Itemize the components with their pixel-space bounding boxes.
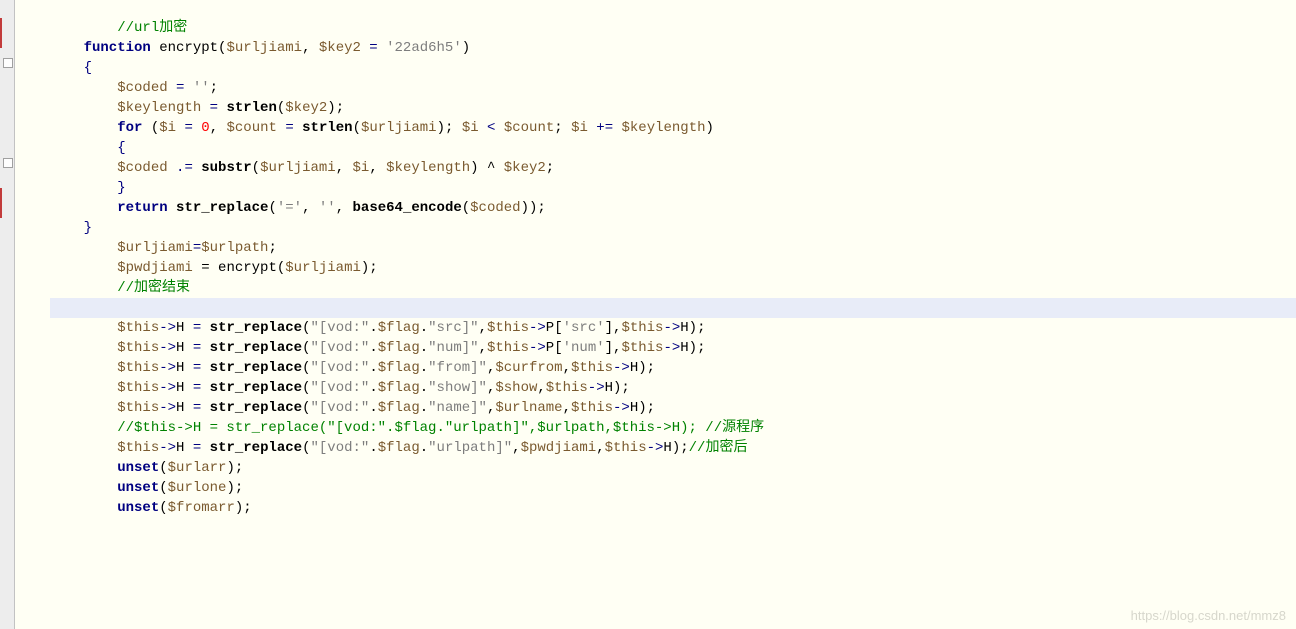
code-line-highlighted	[50, 298, 1296, 318]
code-line: $this->H = str_replace("[vod:".$flag."na…	[50, 398, 1296, 418]
code-line: //$this->H = str_replace("[vod:".$flag."…	[50, 418, 1296, 438]
code-line: $this->H = str_replace("[vod:".$flag."sh…	[50, 378, 1296, 398]
code-line: $coded = '';	[50, 78, 1296, 98]
editor-gutter	[0, 0, 15, 629]
code-line: return str_replace('=', '', base64_encod…	[50, 198, 1296, 218]
change-marker	[0, 188, 2, 218]
code-line: //加密结束	[50, 278, 1296, 298]
code-line: for ($i = 0, $count = strlen($urljiami);…	[50, 118, 1296, 138]
fold-icon[interactable]	[3, 158, 13, 168]
code-line: $this->H = str_replace("[vod:".$flag."ur…	[50, 438, 1296, 458]
change-marker	[0, 18, 2, 48]
code-line: $urljiami=$urlpath;	[50, 238, 1296, 258]
code-line: {	[50, 138, 1296, 158]
code-line: $coded .= substr($urljiami, $i, $keyleng…	[50, 158, 1296, 178]
code-line: unset($fromarr);	[50, 498, 1296, 518]
fold-icon[interactable]	[3, 58, 13, 68]
code-line: $this->H = str_replace("[vod:".$flag."nu…	[50, 338, 1296, 358]
code-line: }	[50, 178, 1296, 198]
code-line: $this->H = str_replace("[vod:".$flag."sr…	[50, 318, 1296, 338]
code-editor[interactable]: //url加密 function encrypt($urljiami, $key…	[0, 0, 1296, 629]
code-line: $pwdjiami = encrypt($urljiami);	[50, 258, 1296, 278]
code-line: //url加密	[50, 18, 1296, 38]
code-line: unset($urlone);	[50, 478, 1296, 498]
code-line: function encrypt($urljiami, $key2 = '22a…	[50, 38, 1296, 58]
code-line: $keylength = strlen($key2);	[50, 98, 1296, 118]
watermark: https://blog.csdn.net/mmz8	[1131, 608, 1286, 623]
code-line: }	[50, 218, 1296, 238]
code-area[interactable]: //url加密 function encrypt($urljiami, $key…	[14, 0, 1296, 518]
code-line: unset($urlarr);	[50, 458, 1296, 478]
code-line: $this->H = str_replace("[vod:".$flag."fr…	[50, 358, 1296, 378]
code-line: {	[50, 58, 1296, 78]
